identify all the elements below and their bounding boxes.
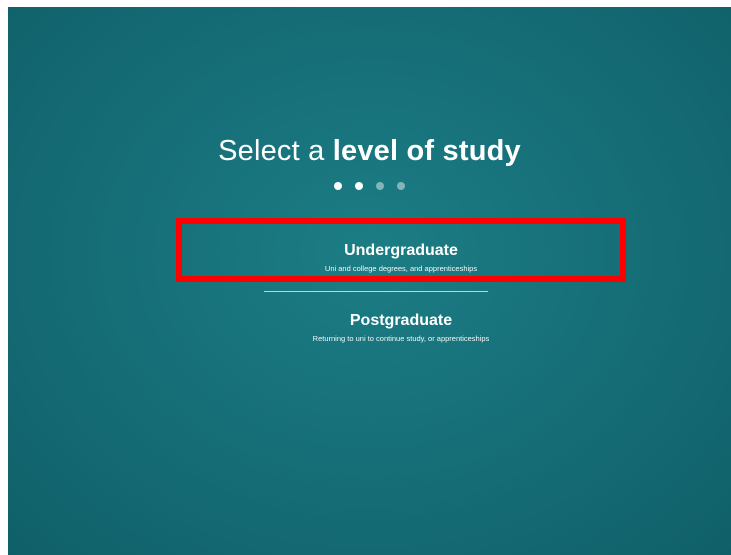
step-dot-3 [376,182,384,190]
postgraduate-title: Postgraduate [349,312,453,329]
page-title-bold: level of study [332,135,521,167]
postgraduate-subtitle: Returning to uni to continue study, or a… [312,334,490,343]
app-screen: Select a level of study Undergraduate Un… [8,7,731,555]
step-dot-4 [397,182,405,190]
undergraduate-title: Undergraduate [344,242,458,259]
option-divider [264,291,488,292]
step-dot-1 [334,182,342,190]
undergraduate-subtitle: Uni and college degrees, and apprentices… [324,264,478,273]
page-title-light: Select a [218,135,333,167]
undergraduate-option[interactable]: Undergraduate Uni and college degrees, a… [176,218,626,282]
postgraduate-option[interactable]: Postgraduate Returning to uni to continu… [176,311,626,351]
step-dot-2 [355,182,363,190]
step-indicator [8,182,731,190]
page-title: Select a level of study [8,135,731,168]
